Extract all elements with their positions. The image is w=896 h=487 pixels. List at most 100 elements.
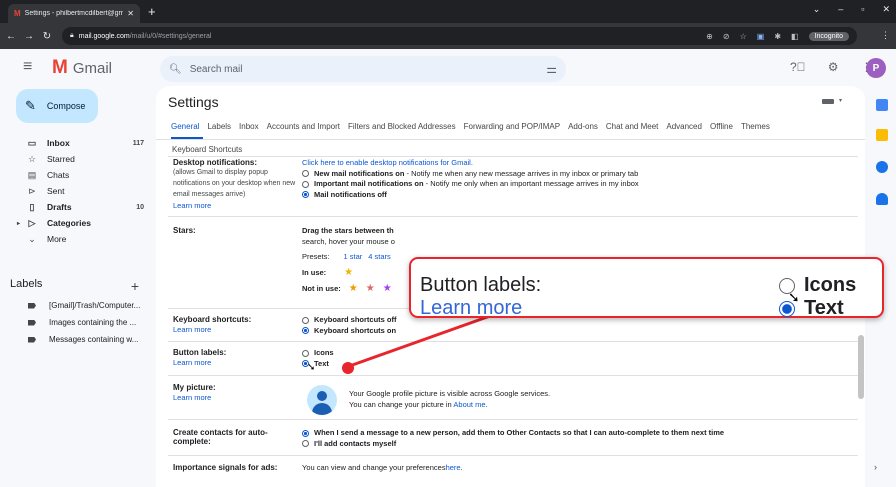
tab-accounts[interactable]: Accounts and Import xyxy=(267,122,340,131)
tab-labels[interactable]: Labels xyxy=(207,122,231,131)
sidebar-item-sent[interactable]: ⊳ Sent xyxy=(0,183,152,199)
contacts-icon[interactable] xyxy=(876,193,888,205)
sidebar-item-categories[interactable]: ▸ ▷ Categories xyxy=(0,215,152,231)
radio-shortcuts-on[interactable]: Keyboard shortcuts on xyxy=(302,326,397,337)
radio-button-selected[interactable] xyxy=(302,191,309,199)
show-side-panel-icon[interactable]: › xyxy=(874,462,877,472)
tab-forwarding[interactable]: Forwarding and POP/IMAP xyxy=(464,122,560,131)
tab-offline[interactable]: Offline xyxy=(710,122,733,131)
orange-star-icon[interactable]: ★ xyxy=(349,282,358,295)
learn-more-link[interactable]: Learn more xyxy=(173,325,251,334)
search-options-icon[interactable]: ⚌ xyxy=(546,62,557,76)
main-menu-icon[interactable]: ≡ xyxy=(23,58,32,76)
maximize-button[interactable]: ▫ xyxy=(861,4,864,15)
account-avatar[interactable]: P xyxy=(866,58,886,78)
radio-button[interactable] xyxy=(302,316,309,324)
radio-button-selected[interactable] xyxy=(302,429,309,437)
sidebar-item-inbox[interactable]: ▭ Inbox 117 xyxy=(0,135,152,151)
option-bold-text: Keyboard shortcuts on xyxy=(314,325,397,335)
tab-search-icon[interactable]: ⌄ xyxy=(813,4,821,15)
red-star-icon[interactable]: ★ xyxy=(366,282,375,295)
radio-notifications-off[interactable]: Mail notifications off xyxy=(302,190,639,201)
extension-icon[interactable]: ▣ xyxy=(757,32,765,41)
chat-icon: ▤ xyxy=(27,169,37,180)
settings-scrollbar[interactable] xyxy=(858,335,864,399)
sidebar-item-drafts[interactable]: ▯ Drafts 10 xyxy=(0,199,152,215)
label-item[interactable]: Images containing the ... xyxy=(0,314,152,331)
eye-off-icon[interactable]: ⊘ xyxy=(723,32,730,41)
preset-4-stars-link[interactable]: 4 stars xyxy=(368,250,391,263)
learn-more-link[interactable]: Learn more xyxy=(173,358,226,367)
about-me-link[interactable]: About me xyxy=(453,400,485,409)
forward-icon[interactable]: → xyxy=(22,31,36,42)
reload-icon[interactable]: ↻ xyxy=(40,31,54,42)
yellow-star-icon[interactable]: ★ xyxy=(344,266,353,279)
radio-button[interactable] xyxy=(302,349,309,357)
keep-icon[interactable] xyxy=(876,129,888,141)
keyboard-icon[interactable] xyxy=(822,99,834,104)
back-icon[interactable]: ← xyxy=(4,31,18,42)
label-item[interactable]: [Gmail]/Trash/Computer... xyxy=(0,297,152,314)
profile-picture[interactable] xyxy=(307,385,337,415)
tab-addons[interactable]: Add-ons xyxy=(568,122,598,131)
calendar-icon[interactable] xyxy=(876,99,888,111)
callout-learn-more-link[interactable]: Learn more xyxy=(420,297,522,320)
radio-shortcuts-off[interactable]: Keyboard shortcuts off xyxy=(302,315,397,326)
settings-tabs: General Labels Inbox Accounts and Import… xyxy=(171,122,861,131)
radio-button[interactable] xyxy=(302,440,309,448)
learn-more-link[interactable]: Learn more xyxy=(173,201,295,210)
importance-signals-label: Importance signals for ads: xyxy=(173,463,278,472)
tab-inbox[interactable]: Inbox xyxy=(239,122,259,131)
sidebar-item-more[interactable]: ⌄ More xyxy=(0,231,152,247)
radio-auto-add-contacts[interactable]: When I send a message to a new person, a… xyxy=(302,428,724,439)
radio-important-mail[interactable]: Important mail notifications on - Notify… xyxy=(302,179,639,190)
add-label-icon[interactable]: + xyxy=(131,278,139,294)
address-bar[interactable]: 🔒︎ mail.google.com /mail/u/0/#settings/g… xyxy=(62,27,857,45)
labels-heading: Labels + xyxy=(10,278,152,294)
tab-filters[interactable]: Filters and Blocked Addresses xyxy=(348,122,456,131)
puzzle-icon[interactable]: ✱ xyxy=(774,32,781,41)
radio-button[interactable] xyxy=(302,170,309,178)
callout-option-text: Icons xyxy=(804,274,857,296)
zoom-icon[interactable]: ⊕ xyxy=(706,32,713,41)
radio-new-mail[interactable]: New mail notifications on - Notify me wh… xyxy=(302,169,639,180)
sidepanel-icon[interactable]: ◧ xyxy=(791,32,799,41)
new-tab-button[interactable]: + xyxy=(148,4,156,19)
compose-button[interactable]: ✎ Compose xyxy=(16,89,98,123)
sidebar-item-starred[interactable]: ☆ Starred xyxy=(0,151,152,167)
close-tab-icon[interactable]: ✕ xyxy=(127,9,134,18)
sidebar-item-chats[interactable]: ▤ Chats xyxy=(0,167,152,183)
enable-notifications-link[interactable]: Click here to enable desktop notificatio… xyxy=(302,158,473,169)
settings-gear-icon[interactable]: ⚙ xyxy=(828,60,839,74)
presets-label: Presets: xyxy=(302,252,330,261)
importance-preferences-link[interactable]: here xyxy=(446,463,461,474)
browser-tab[interactable]: M Settings - philbertmcdilbert@gmail ✕ xyxy=(8,4,140,23)
learn-more-link[interactable]: Learn more xyxy=(173,393,216,402)
bookmark-star-icon[interactable]: ☆ xyxy=(740,32,747,41)
radio-button-selected[interactable] xyxy=(302,327,309,335)
tab-advanced[interactable]: Advanced xyxy=(666,122,702,131)
input-tools-caret-icon[interactable]: ▾ xyxy=(839,97,842,104)
tasks-icon[interactable] xyxy=(876,161,888,173)
divider xyxy=(168,216,858,217)
expand-caret-icon[interactable]: ▸ xyxy=(17,220,20,227)
browser-menu-icon[interactable]: ⋮ xyxy=(881,30,890,41)
gmail-logo[interactable]: M Gmail xyxy=(52,57,112,79)
tab-general[interactable]: General xyxy=(171,122,199,131)
radio-button[interactable] xyxy=(302,180,309,188)
preset-1-star-link[interactable]: 1 star xyxy=(344,250,363,263)
close-window-button[interactable]: ✕ xyxy=(882,4,890,15)
incognito-badge[interactable]: Incognito xyxy=(808,31,849,41)
radio-manual-contacts[interactable]: I'll add contacts myself xyxy=(302,439,724,450)
search-icon[interactable]: 🔍︎ xyxy=(169,64,182,75)
tab-keyboard-shortcuts[interactable]: Keyboard Shortcuts xyxy=(172,145,242,154)
label-item[interactable]: Messages containing w... xyxy=(0,331,152,348)
purple-star-icon[interactable]: ★ xyxy=(383,282,392,295)
option-bold-text: Icons xyxy=(314,348,334,357)
tab-chat-meet[interactable]: Chat and Meet xyxy=(606,122,658,131)
minimize-button[interactable]: – xyxy=(838,4,843,15)
search-input[interactable]: 🔍︎ Search mail ⚌ xyxy=(160,56,566,82)
tab-themes[interactable]: Themes xyxy=(741,122,770,131)
radio-icons[interactable]: Icons xyxy=(302,348,334,359)
help-icon[interactable]: ?⃝ xyxy=(790,60,806,74)
